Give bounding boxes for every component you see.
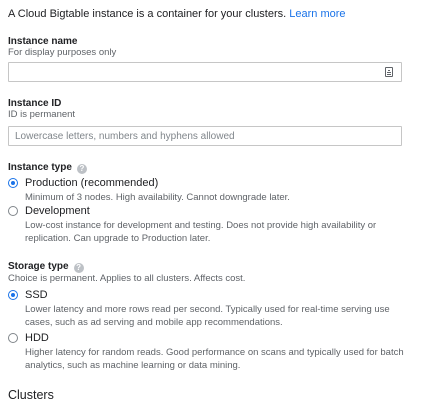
radio-development-button[interactable] xyxy=(8,206,18,216)
radio-hdd[interactable]: HDD xyxy=(8,331,128,345)
radio-ssd-label: SSD xyxy=(25,289,48,301)
instance-name-hint: For display purposes only xyxy=(8,47,117,58)
instance-type-label: Instance type? xyxy=(8,162,87,174)
instance-id-field-wrapper xyxy=(8,126,402,146)
instance-id-input[interactable] xyxy=(8,126,402,146)
learn-more-link[interactable]: Learn more xyxy=(289,8,345,20)
help-icon[interactable]: ? xyxy=(73,263,84,273)
radio-hdd-description: Higher latency for random reads. Good pe… xyxy=(25,347,404,371)
instance-type-label-text: Instance type xyxy=(8,162,72,173)
radio-ssd[interactable]: SSD xyxy=(8,288,128,302)
radio-production-label: Production (recommended) xyxy=(25,177,159,189)
storage-type-label-text: Storage type xyxy=(8,261,69,272)
radio-development-description: Low-cost instance for development and te… xyxy=(25,220,377,244)
radio-development[interactable]: Development xyxy=(8,204,208,218)
storage-type-hint: Choice is permanent. Applies to all clus… xyxy=(8,273,246,284)
storage-type-label: Storage type? xyxy=(8,261,84,273)
instance-name-field-wrapper xyxy=(8,62,402,82)
instance-id-hint: ID is permanent xyxy=(8,109,76,120)
intro-text: A Cloud Bigtable instance is a container… xyxy=(8,7,346,21)
radio-hdd-button[interactable] xyxy=(8,333,18,343)
radio-production-button[interactable] xyxy=(8,178,18,188)
radio-ssd-button[interactable] xyxy=(8,290,18,300)
radio-production-description: Minimum of 3 nodes. High availability. C… xyxy=(25,192,290,203)
radio-ssd-description: Lower latency and more rows read per sec… xyxy=(25,304,390,328)
intro-description: A Cloud Bigtable instance is a container… xyxy=(8,8,287,20)
radio-hdd-label: HDD xyxy=(25,332,49,344)
help-icon[interactable]: ? xyxy=(76,164,87,174)
clusters-heading: Clusters xyxy=(8,388,54,402)
radio-production[interactable]: Production (recommended) xyxy=(8,176,208,190)
radio-development-label: Development xyxy=(25,205,90,217)
create-instance-form: A Cloud Bigtable instance is a container… xyxy=(0,0,429,404)
instance-name-input[interactable] xyxy=(8,62,402,82)
autofill-contact-icon[interactable] xyxy=(385,67,393,77)
